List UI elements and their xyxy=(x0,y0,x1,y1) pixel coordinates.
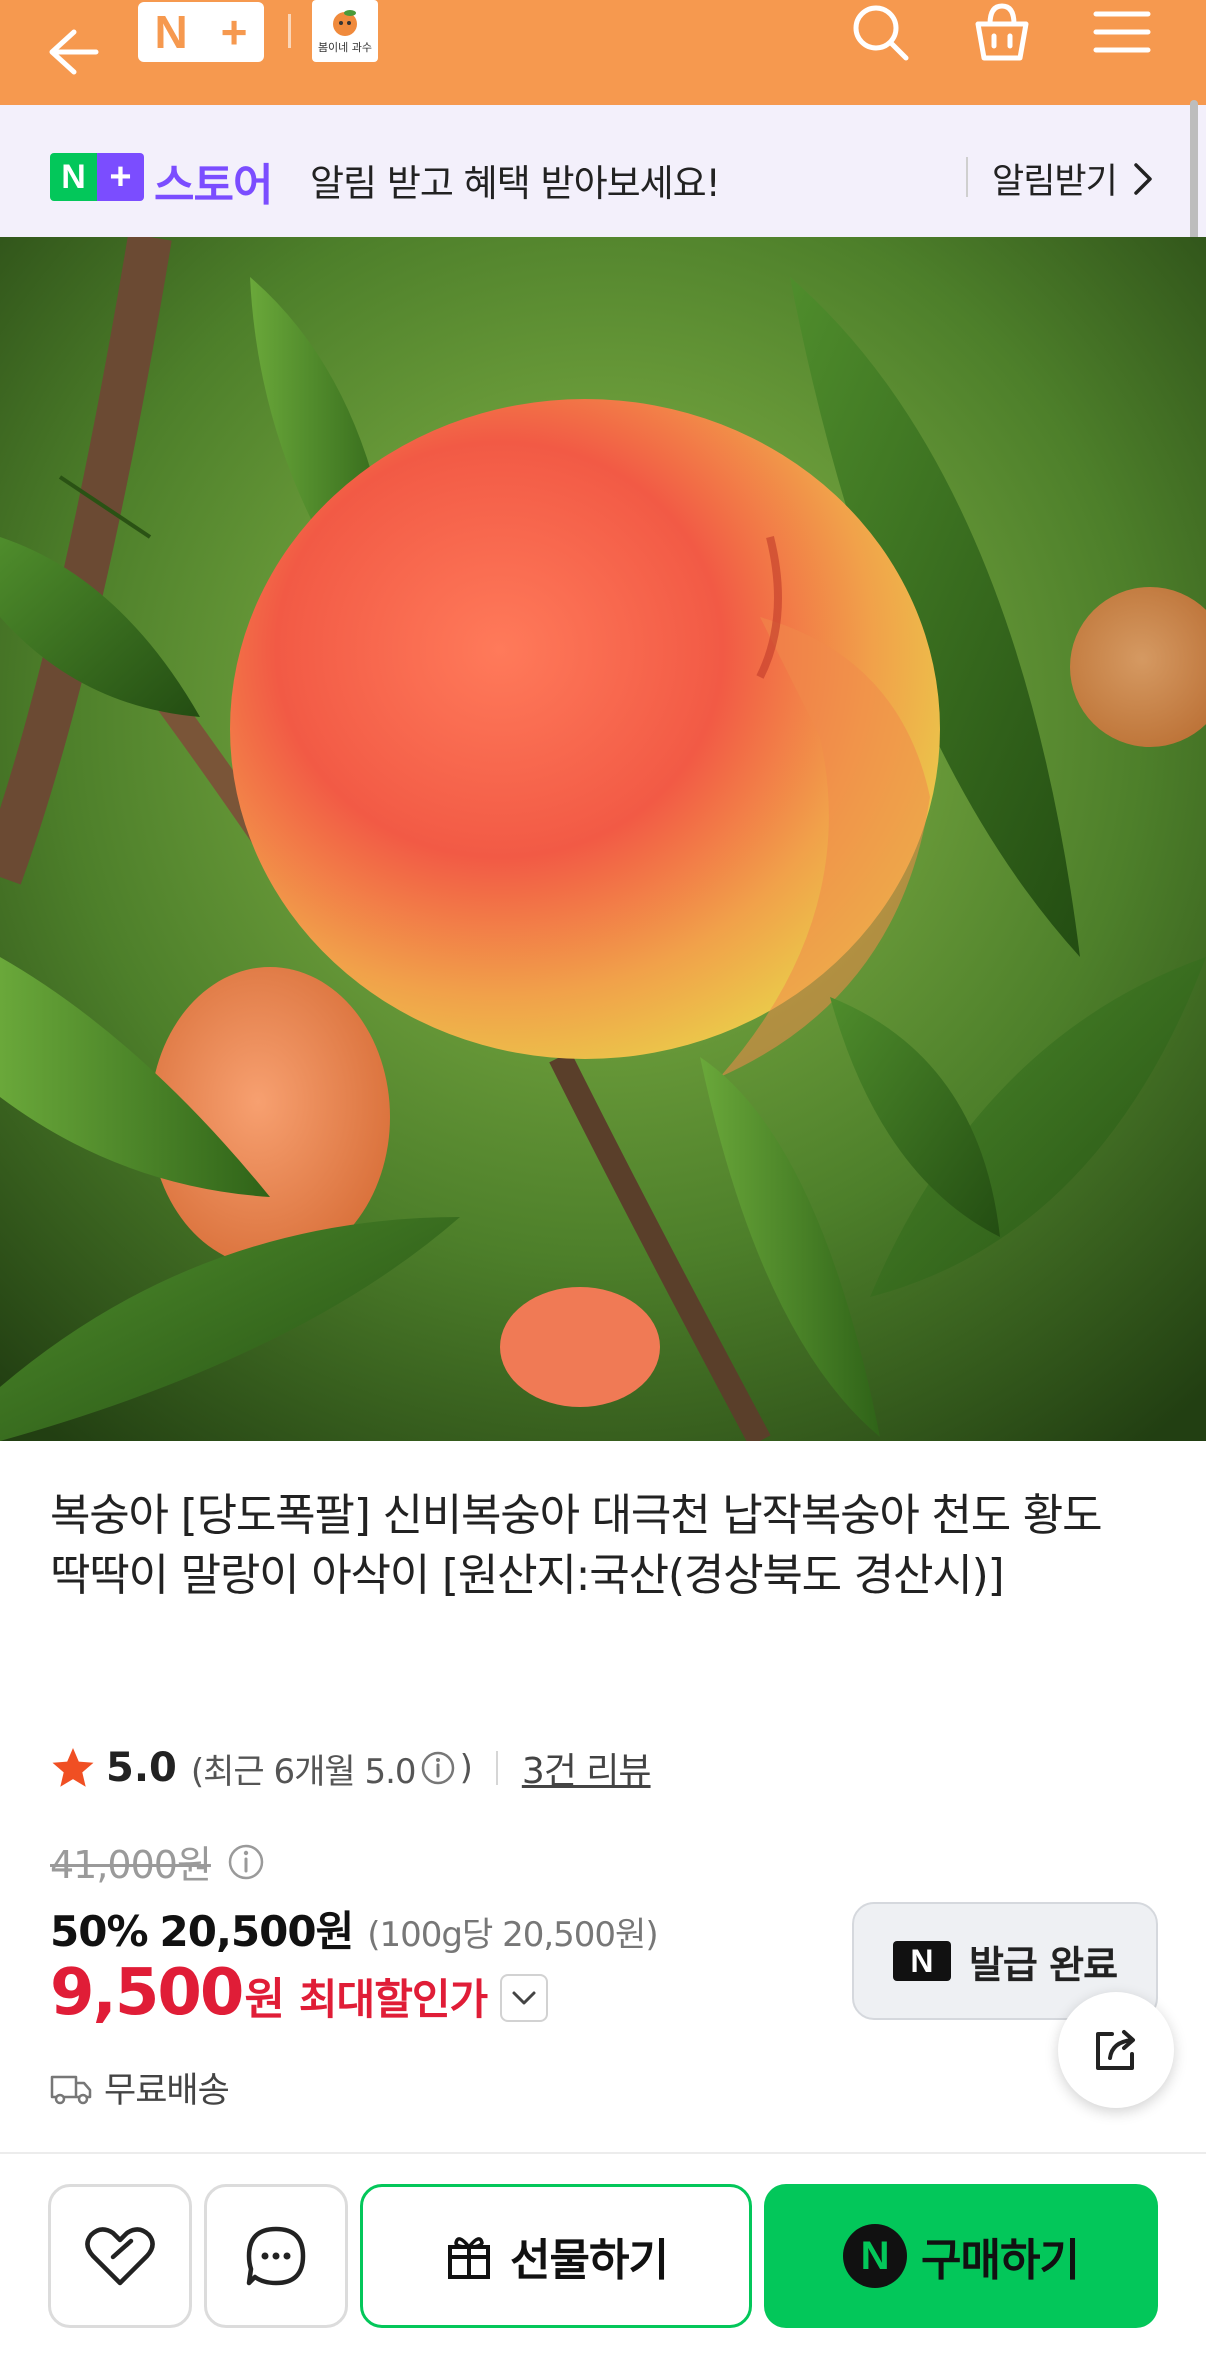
recent-rating-text: (최근 6개월 5.0 xyxy=(190,1751,417,1792)
price-info-icon[interactable] xyxy=(226,1842,266,1882)
gift-button[interactable]: 선물하기 xyxy=(360,2184,752,2328)
chevron-down-icon xyxy=(512,1991,536,2005)
buy-button[interactable]: N 구매하기 xyxy=(764,2184,1158,2328)
wishlist-button[interactable] xyxy=(48,2184,192,2328)
review-count-link[interactable]: 3건 리뷰 xyxy=(522,1742,652,1794)
naver-plus-logo[interactable]: N + xyxy=(138,2,264,62)
unit-price: (100g당 20,500원) xyxy=(367,1915,658,1955)
discount-percent: 50% xyxy=(50,1907,149,1956)
share-button[interactable] xyxy=(1058,1992,1174,2108)
arrow-left-icon xyxy=(49,29,99,75)
badge-plus: + xyxy=(97,153,144,201)
subscribe-alerts-link[interactable]: 알림받기 xyxy=(992,153,1118,204)
coupon-status-label: 발급 완료 xyxy=(968,1942,1118,1987)
buy-label: 구매하기 xyxy=(921,2235,1080,2286)
product-title: 복숭아 [당도폭팔] 신비복숭아 대극천 납작복숭아 천도 황도 딱딱이 말랑이… xyxy=(50,1490,1103,1601)
product-photo-peach xyxy=(0,237,1206,1441)
bottom-action-bar: 선물하기 N 구매하기 xyxy=(0,2152,1206,2358)
chevron-right-icon xyxy=(1134,163,1152,195)
share-icon xyxy=(1096,2030,1135,2070)
sale-price: 20,500원 xyxy=(159,1907,355,1956)
star-icon xyxy=(52,1748,94,1787)
rating-summary: 5.0 (최근 6개월 5.0 ) 3건 리뷰 xyxy=(50,1742,652,1794)
back-button[interactable] xyxy=(40,20,104,84)
naver-coupon-icon: N xyxy=(892,1941,951,1981)
naver-plus-store-badge: N + xyxy=(50,153,144,201)
original-price: 41,000원 xyxy=(50,1843,212,1887)
store-wordmark: 스토어 xyxy=(154,160,273,211)
search-icon xyxy=(853,5,909,61)
info-icon[interactable] xyxy=(420,1750,456,1786)
recent-rating: (최근 6개월 5.0 ) xyxy=(190,1744,473,1793)
talk-talk-button[interactable] xyxy=(204,2184,348,2328)
shipping-info: 무료배송 xyxy=(50,2062,230,2113)
shop-logo-text: 봄이네 과수 xyxy=(317,41,373,54)
page-scrollbar[interactable] xyxy=(1190,100,1198,260)
sale-price-row: 50% 20,500원 (100g당 20,500원) xyxy=(50,1898,659,1959)
gift-label: 선물하기 xyxy=(510,2235,669,2286)
logo-divider xyxy=(288,14,291,48)
notification-banner[interactable]: N + 스토어 알림 받고 혜택 받아보세요! 알림받기 xyxy=(0,105,1206,237)
notice-message: 알림 받고 혜택 받아보세요! xyxy=(310,162,721,205)
notice-divider xyxy=(966,157,968,197)
peach-logo-icon xyxy=(333,10,357,36)
heart-icon xyxy=(85,2227,155,2286)
gift-icon xyxy=(448,2237,491,2279)
max-discount-label: 최대할인가 xyxy=(298,1975,488,2024)
recent-rating-close: ) xyxy=(459,1748,473,1788)
badge-n: N xyxy=(50,153,97,201)
top-app-bar: N + 봄이네 과수 xyxy=(0,0,1206,105)
truck-icon xyxy=(50,2075,92,2104)
chat-bubble-icon xyxy=(246,2226,306,2286)
product-image-carousel[interactable]: 1 / 4 xyxy=(0,237,1206,1441)
logo-letter-plus: + xyxy=(220,6,248,58)
max-discount-currency: 원 xyxy=(244,1974,285,2025)
menu-icon xyxy=(1093,11,1151,53)
menu-button[interactable] xyxy=(1090,4,1154,60)
logo-letter-n: N xyxy=(154,6,188,58)
max-discount-row: 9,500 원 최대할인가 xyxy=(50,1956,488,2030)
cart-icon xyxy=(975,3,1029,61)
max-discount-price: 9,500 xyxy=(50,1956,244,2030)
rating-divider xyxy=(495,1751,498,1785)
shipping-text: 무료배송 xyxy=(104,2071,230,2111)
search-button[interactable] xyxy=(848,0,914,66)
rating-score: 5.0 xyxy=(106,1745,177,1791)
naver-pay-icon: N xyxy=(843,2224,908,2288)
cart-button[interactable] xyxy=(968,0,1036,66)
shop-logo[interactable]: 봄이네 과수 xyxy=(312,0,378,62)
max-discount-toggle[interactable] xyxy=(500,1974,548,2022)
